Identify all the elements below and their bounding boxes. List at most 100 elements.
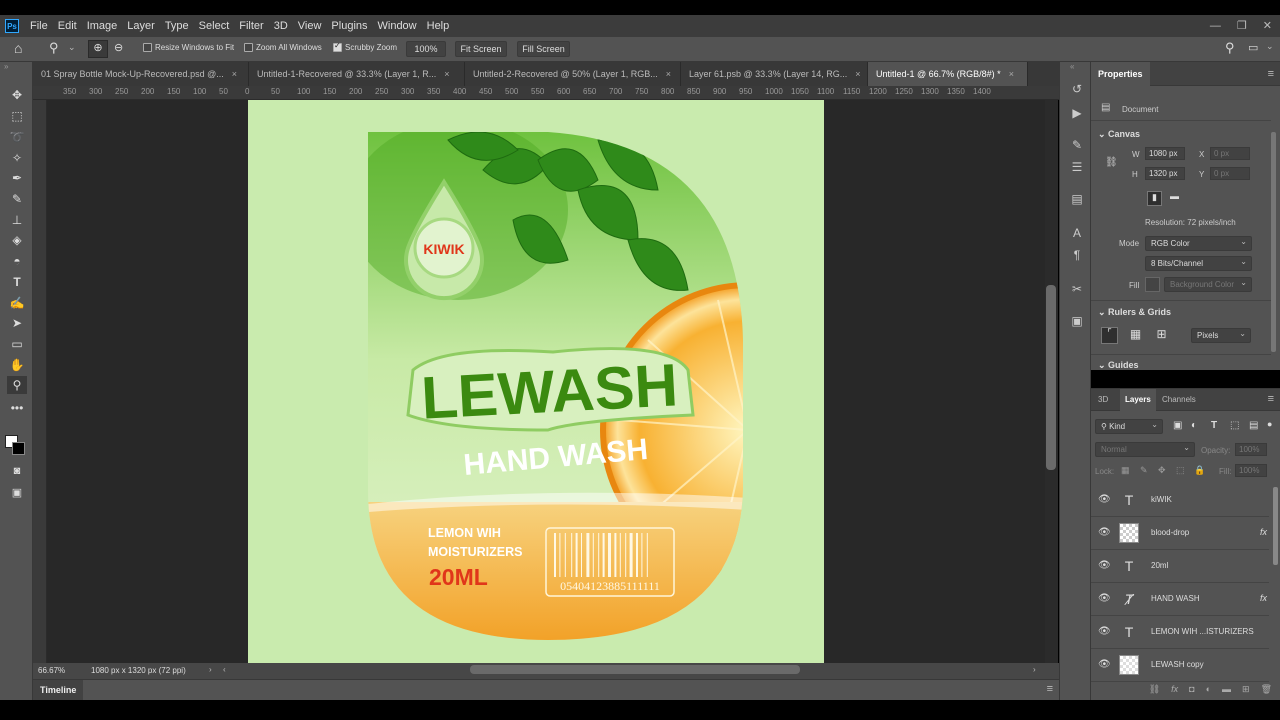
x-field[interactable]: 0 px (1210, 147, 1250, 160)
pen-tool-icon[interactable]: ✍ (7, 294, 27, 312)
link-layers-icon[interactable]: ⛓ (1149, 684, 1160, 700)
layer-row[interactable]: 👁 LEWASH copy (1091, 649, 1269, 682)
tab-untitled-1[interactable]: Untitled-1 @ 66.7% (RGB/8#) * × (868, 62, 1028, 86)
more-tools-icon[interactable]: ••• (7, 399, 27, 417)
add-mask-icon[interactable]: ◘ (1189, 684, 1194, 700)
menu-edit[interactable]: Edit (53, 15, 82, 37)
actions-play-icon[interactable]: ▶ (1068, 106, 1086, 122)
eyedropper-tool-icon[interactable]: ✒ (7, 169, 27, 187)
eye-icon[interactable]: 👁 (1098, 659, 1111, 670)
filter-type-icon[interactable]: T (1211, 420, 1217, 431)
tab-channels[interactable]: Channels (1162, 389, 1196, 411)
paragraph-icon[interactable]: ¶ (1068, 248, 1086, 264)
new-layer-icon[interactable]: ⊞ (1242, 684, 1250, 700)
chevron-down-icon[interactable]: ⌄ (1266, 41, 1274, 52)
workspace-icon[interactable]: ▭ (1248, 41, 1258, 54)
close-icon[interactable]: × (666, 69, 671, 79)
layer-filter-select[interactable]: ⚲ Kind (1095, 418, 1163, 434)
stamp-tool-icon[interactable]: ⊥ (7, 211, 27, 229)
filter-toggle-icon[interactable]: ● (1267, 419, 1272, 429)
fill-screen-button[interactable]: Fill Screen (517, 41, 570, 57)
path-select-tool-icon[interactable]: ➤ (7, 314, 27, 332)
filter-smart-object-icon[interactable]: ▤ (1249, 420, 1258, 431)
tab-3d[interactable]: 3D (1098, 389, 1108, 411)
guides-icon[interactable]: ⊞ (1153, 327, 1170, 344)
fill-color-swatch[interactable] (1145, 277, 1160, 292)
layer-row[interactable]: 👁 blood-drop fx (1091, 517, 1269, 550)
timeline-tab[interactable]: Timeline (33, 680, 84, 700)
move-tool-icon[interactable]: ✥ (7, 86, 27, 104)
background-color-swatch[interactable] (12, 442, 25, 455)
ruler-units-select[interactable]: Pixels (1191, 327, 1251, 343)
filter-pixel-icon[interactable]: ▣ (1173, 420, 1182, 431)
document-canvas[interactable]: KIWIK LEWASH HAND WASH LEMON WIH MOISTUR… (248, 100, 824, 665)
menu-view[interactable]: View (293, 15, 327, 37)
layer-effects-icon[interactable]: fx (1260, 527, 1267, 537)
history-icon[interactable]: ↺ (1068, 82, 1086, 98)
zoom-tool-preset-icon[interactable]: ⚲ (49, 40, 59, 56)
menu-plugins[interactable]: Plugins (326, 15, 372, 37)
eye-icon[interactable]: 👁 (1098, 626, 1111, 637)
width-field[interactable]: 1080 px (1145, 147, 1185, 160)
tool-presets-icon[interactable]: ✂ (1068, 282, 1086, 298)
adjustment-layer-icon[interactable]: ◐ (1206, 684, 1211, 700)
menu-layer[interactable]: Layer (122, 15, 160, 37)
eraser-tool-icon[interactable]: ◈ (7, 231, 27, 249)
hand-tool-icon[interactable]: ✋ (7, 356, 27, 374)
menu-type[interactable]: Type (160, 15, 194, 37)
brush-settings-icon[interactable]: ✎ (1068, 138, 1086, 154)
rulers-grids-section-header[interactable]: ⌄ Rulers & Grids (1098, 307, 1171, 318)
zoom-out-icon[interactable]: ⊖ (114, 41, 123, 54)
chevron-right-icon[interactable]: › (209, 665, 212, 674)
menu-image[interactable]: Image (82, 15, 123, 37)
opacity-field[interactable]: 100% (1235, 443, 1267, 456)
mode-select[interactable]: RGB Color (1145, 235, 1252, 251)
canvas-section-header[interactable]: ⌄ Canvas (1098, 129, 1140, 140)
eye-icon[interactable]: 👁 (1098, 560, 1111, 571)
eye-icon[interactable]: 👁 (1098, 494, 1111, 505)
adjustments-icon[interactable]: ☰ (1068, 160, 1086, 176)
bit-depth-select[interactable]: 8 Bits/Channel (1145, 255, 1252, 271)
tab-layer-61[interactable]: Layer 61.psb @ 33.3% (Layer 14, RG... × (681, 62, 868, 86)
layer-row[interactable]: 👁 Ⱦ HAND WASH fx (1091, 583, 1269, 616)
menu-select[interactable]: Select (194, 15, 235, 37)
lasso-tool-icon[interactable]: ➰ (7, 128, 27, 146)
paint-bucket-tool-icon[interactable]: ◓ (7, 252, 27, 270)
libraries-icon[interactable]: ▤ (1068, 192, 1086, 208)
link-icon[interactable]: ⛓ (1105, 157, 1118, 168)
photoshop-logo-icon[interactable]: Ps (5, 19, 19, 33)
y-field[interactable]: 0 px (1210, 167, 1250, 180)
brush-tool-icon[interactable]: ✎ (7, 190, 27, 208)
zoom-readout[interactable]: 66.67% (38, 666, 65, 675)
layer-row[interactable]: 👁 T LEMON WIH ...ISTURIZERS (1091, 616, 1269, 649)
zoom-percent-field[interactable]: 100% (406, 41, 446, 57)
delete-layer-icon[interactable]: 🗑 (1261, 684, 1272, 700)
panel-menu-icon[interactable]: ≡ (1047, 683, 1053, 695)
eye-icon[interactable]: 👁 (1098, 593, 1111, 604)
character-icon[interactable]: A (1068, 226, 1086, 242)
close-icon[interactable]: × (444, 69, 449, 79)
menu-filter[interactable]: Filter (234, 15, 268, 37)
search-icon[interactable]: ⚲ (1225, 40, 1235, 56)
blend-mode-select[interactable]: Normal (1095, 441, 1195, 457)
tab-layers[interactable]: Layers (1120, 389, 1156, 411)
scroll-left-icon[interactable]: ‹ (223, 665, 226, 674)
menu-help[interactable]: Help (422, 15, 455, 37)
screen-mode-icon[interactable]: ▣ (7, 483, 27, 501)
landscape-orientation-icon[interactable]: ▬ (1167, 191, 1182, 206)
close-icon[interactable]: × (855, 69, 860, 79)
zoom-all-checkbox[interactable]: Zoom All Windows (244, 43, 322, 52)
horizontal-scroll-thumb[interactable] (470, 665, 800, 674)
menu-3d[interactable]: 3D (269, 15, 293, 37)
fill-select[interactable]: Background Color (1164, 276, 1252, 292)
close-icon[interactable]: × (232, 69, 237, 79)
quick-mask-icon[interactable]: ◙ (7, 462, 27, 480)
portrait-orientation-icon[interactable]: ▮ (1147, 191, 1162, 206)
filter-shape-icon[interactable]: ⬚ (1230, 420, 1239, 431)
chevron-down-icon[interactable]: ⌄ (68, 42, 76, 53)
scrubby-zoom-checkbox[interactable]: Scrubby Zoom (333, 41, 397, 52)
new-group-icon[interactable]: ▬ (1222, 684, 1231, 700)
marquee-tool-icon[interactable]: ⬚ (7, 107, 27, 125)
restore-icon[interactable]: ❐ (1237, 15, 1247, 37)
panel-menu-icon[interactable]: ≡ (1268, 393, 1274, 405)
